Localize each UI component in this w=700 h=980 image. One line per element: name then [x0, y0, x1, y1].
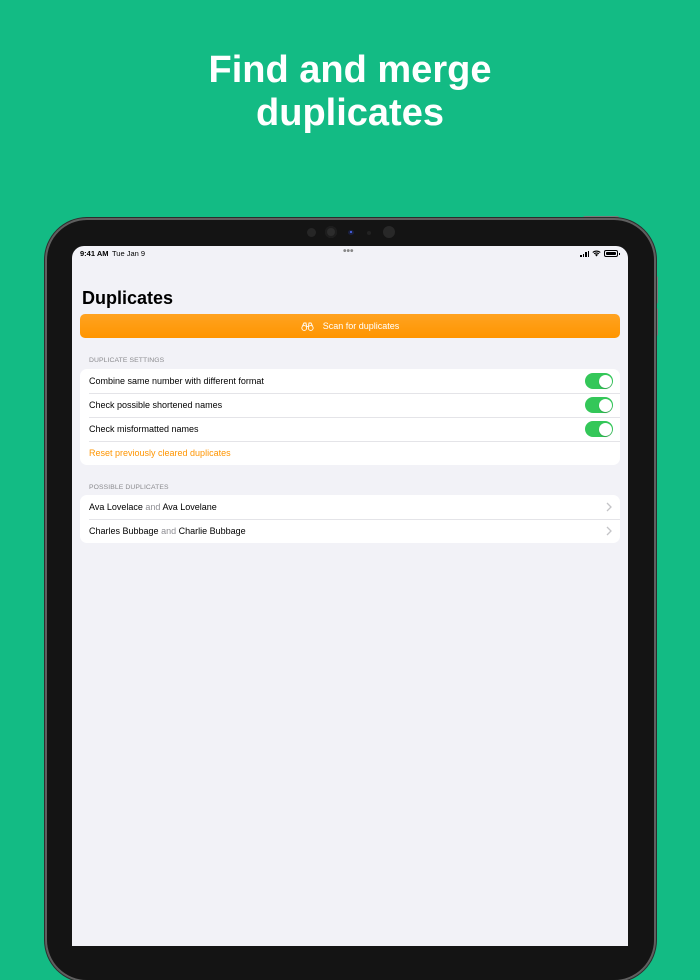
camera-indicator-icon: [348, 230, 354, 235]
contact-name-a: Ava Lovelace: [89, 502, 143, 512]
page-title: Duplicates: [82, 288, 174, 308]
duplicate-pair-text: Ava Lovelace and Ava Lovelane: [89, 502, 620, 512]
duplicate-pair-row[interactable]: Charles Bubbage and Charlie Bubbage: [80, 519, 620, 543]
status-date: Tue Jan 9: [112, 249, 146, 258]
reset-cleared-duplicates-link[interactable]: Reset previously cleared duplicates: [80, 441, 620, 465]
pair-separator: and: [161, 526, 177, 536]
status-icons: [580, 250, 620, 257]
volume-up-button: [654, 276, 658, 304]
contact-name-b: Charlie Bubbage: [178, 526, 246, 536]
front-camera-icon: [325, 226, 337, 238]
app-screen: 9:41 AM Tue Jan 9 ••• Duplicates Scan fo…: [72, 246, 628, 946]
sensor-icon: [383, 226, 395, 238]
multitasking-dots[interactable]: •••: [343, 246, 354, 257]
possible-duplicates-group: Ava Lovelace and Ava Lovelane Charles Bu…: [80, 495, 620, 543]
headline-line-1: Find and merge: [208, 49, 492, 91]
setting-row-misformatted-names: Check misformatted names: [80, 417, 620, 441]
duplicate-pair-row[interactable]: Ava Lovelace and Ava Lovelane: [80, 495, 620, 519]
headline-line-2: duplicates: [256, 92, 444, 134]
cellular-signal-icon: [580, 250, 589, 257]
wifi-icon: [592, 250, 601, 257]
contact-name-b: Ava Lovelane: [162, 502, 217, 512]
setting-row-shortened-names: Check possible shortened names: [80, 393, 620, 417]
combine-format-toggle[interactable]: [585, 373, 613, 389]
headline: Find and merge duplicates: [0, 49, 700, 135]
status-time: 9:41 AM: [80, 249, 109, 258]
sensor-icon: [367, 231, 371, 235]
setting-label: Combine same number with different forma…: [89, 376, 264, 386]
setting-label: Check misformatted names: [89, 424, 199, 434]
status-bar: 9:41 AM Tue Jan 9 •••: [72, 246, 628, 260]
shortened-names-toggle[interactable]: [585, 397, 613, 413]
volume-down-button: [654, 308, 658, 336]
scan-button-label: Scan for duplicates: [322, 321, 400, 331]
setting-label: Check possible shortened names: [89, 400, 223, 410]
setting-row-combine-format: Combine same number with different forma…: [80, 369, 620, 393]
binoculars-icon: [301, 322, 314, 331]
duplicate-settings-header: DUPLICATE SETTINGS: [89, 357, 165, 364]
pair-separator: and: [145, 502, 161, 512]
duplicate-pair-text: Charles Bubbage and Charlie Bubbage: [89, 526, 620, 536]
duplicate-settings-group: Combine same number with different forma…: [80, 369, 620, 465]
possible-duplicates-header: POSSIBLE DUPLICATES: [89, 484, 169, 491]
sensor-icon: [307, 228, 316, 237]
contact-name-a: Charles Bubbage: [89, 526, 159, 536]
reset-link-label: Reset previously cleared duplicates: [89, 448, 231, 458]
battery-icon: [604, 250, 620, 257]
chevron-right-icon: [606, 502, 612, 512]
chevron-right-icon: [606, 526, 612, 536]
scan-for-duplicates-button[interactable]: Scan for duplicates: [80, 314, 620, 338]
misformatted-names-toggle[interactable]: [585, 421, 613, 437]
